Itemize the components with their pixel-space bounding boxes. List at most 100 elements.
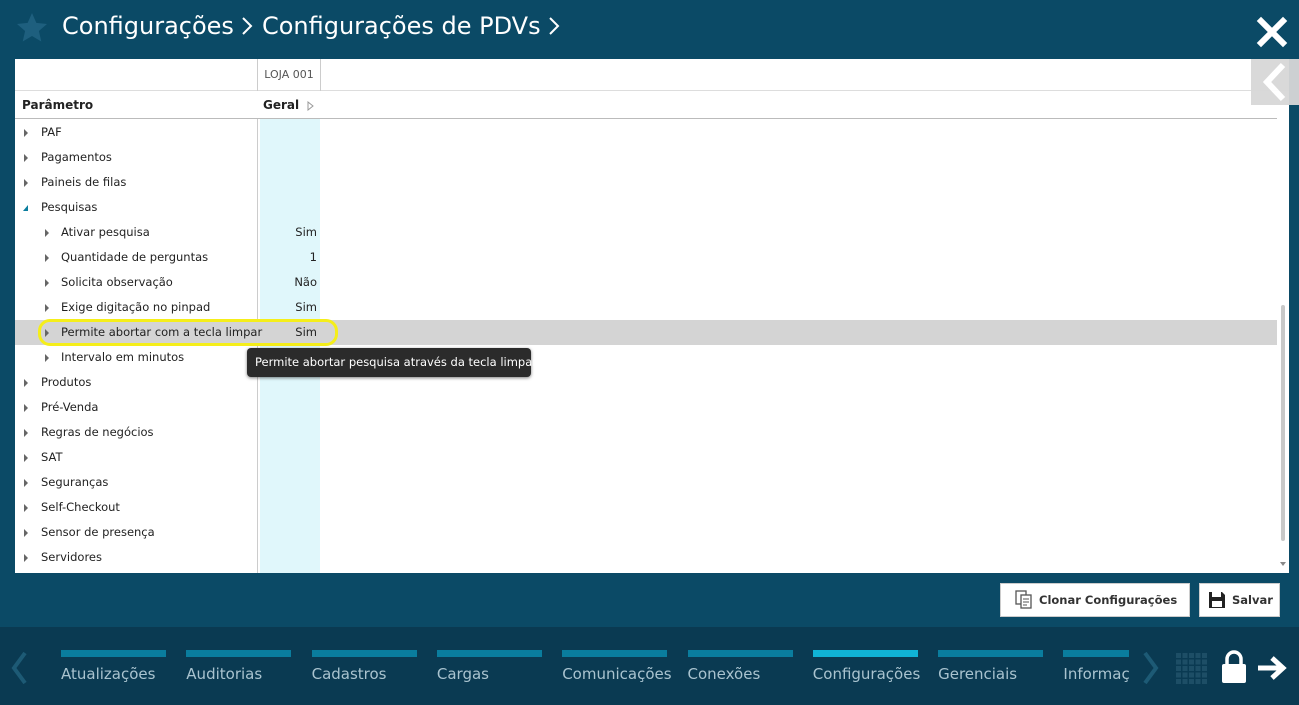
expand-right-icon[interactable]: [307, 101, 314, 111]
clone-icon: [1015, 590, 1032, 609]
table-row[interactable]: Ativar pesquisa Sim: [15, 220, 1277, 245]
nav-tab-bar: [436, 650, 542, 657]
chevron-right-icon[interactable]: [1142, 651, 1160, 685]
nav-tab-bar: [562, 650, 668, 657]
nav-tab[interactable]: Cargas: [436, 650, 542, 683]
row-label: Quantidade de perguntas: [61, 250, 209, 264]
table-row[interactable]: Intervalo em minutos: [15, 345, 1277, 370]
row-label: Intervalo em minutos: [61, 350, 185, 364]
row-label: Solicita observação: [61, 275, 173, 289]
nav-tab[interactable]: Comunicações: [562, 650, 672, 683]
vertical-scrollbar[interactable]: [1277, 119, 1289, 573]
arrow-right-icon[interactable]: [1256, 655, 1288, 681]
nav-tab[interactable]: Cadastros: [311, 650, 417, 683]
caret-right-icon[interactable]: [23, 379, 29, 387]
caret-expanded-icon[interactable]: [23, 204, 29, 212]
nav-tab[interactable]: Gerenciais: [938, 650, 1044, 683]
row-value[interactable]: Não: [261, 275, 317, 289]
caret-right-icon[interactable]: [23, 129, 29, 137]
row-value[interactable]: 1: [261, 250, 317, 264]
caret-right-icon[interactable]: [44, 354, 50, 362]
caret-right-icon[interactable]: [23, 404, 29, 412]
caret-right-icon[interactable]: [23, 429, 29, 437]
nav-tab-bar: [1063, 650, 1129, 657]
nav-tab[interactable]: Atualizações: [61, 650, 166, 683]
caret-right-icon[interactable]: [23, 529, 29, 537]
parameter-column-header: Parâmetro: [22, 98, 94, 112]
table-row[interactable]: Servidores: [15, 545, 1277, 570]
row-label: Seguranças: [41, 475, 109, 489]
table-row[interactable]: Pesquisas: [15, 195, 1277, 220]
table-row[interactable]: Produtos: [15, 370, 1277, 395]
column-header-row: Parâmetro Geral: [15, 91, 1277, 119]
table-row[interactable]: Regras de negócios: [15, 420, 1277, 445]
table-row[interactable]: Exige digitação no pinpad Sim: [15, 295, 1277, 320]
general-column-header[interactable]: Geral: [263, 98, 299, 112]
clone-settings-label: Clonar Configurações: [1039, 593, 1178, 607]
breadcrumb-configuracoes[interactable]: Configurações: [62, 12, 234, 40]
table-row[interactable]: Self-Checkout: [15, 495, 1277, 520]
nav-tab-bar: [186, 650, 292, 657]
star-icon[interactable]: [14, 10, 50, 46]
store-header-row: LOJA 001: [15, 59, 1289, 91]
caret-right-icon[interactable]: [23, 154, 29, 162]
nav-tab-label: Conexões: [687, 665, 761, 683]
nav-tab[interactable]: Informações: [1063, 650, 1129, 683]
row-label: Sensor de presença: [41, 525, 155, 539]
row-label: Pré-Venda: [41, 400, 99, 414]
scroll-down-icon[interactable]: [1280, 561, 1286, 567]
breadcrumb: Configurações Configurações de PDVs: [62, 12, 569, 40]
caret-right-icon[interactable]: [44, 304, 50, 312]
save-button[interactable]: Salvar: [1199, 583, 1280, 617]
tooltip: Permite abortar pesquisa através da tecl…: [247, 348, 537, 377]
table-row[interactable]: Pré-Venda: [15, 395, 1277, 420]
nav-tab[interactable]: Conexões: [687, 650, 793, 683]
nav-tab[interactable]: Auditorias: [186, 650, 292, 683]
nav-tab-bar: [812, 650, 918, 657]
row-label: Regras de negócios: [41, 425, 154, 439]
highlight-annotation: [38, 319, 338, 346]
table-row[interactable]: Seguranças: [15, 470, 1277, 495]
clone-settings-button[interactable]: Clonar Configurações: [1000, 583, 1190, 617]
row-label: PAF: [41, 125, 62, 139]
collapse-panel-button[interactable]: [1251, 59, 1299, 105]
table-row[interactable]: Paineis de filas: [15, 170, 1277, 195]
nav-tab-label: Auditorias: [186, 665, 263, 683]
row-value[interactable]: Sim: [261, 300, 317, 314]
close-icon[interactable]: [1256, 16, 1288, 48]
lock-icon[interactable]: [1220, 649, 1248, 685]
nav-tab-bar: [311, 650, 417, 657]
caret-right-icon[interactable]: [23, 179, 29, 187]
nav-tab-label: Gerenciais: [938, 665, 1018, 683]
row-value[interactable]: Sim: [261, 225, 317, 239]
row-label: Self-Checkout: [41, 500, 120, 514]
caret-right-icon[interactable]: [23, 454, 29, 462]
nav-tab-label: Cadastros: [311, 665, 387, 683]
table-row[interactable]: PAF: [15, 120, 1277, 145]
nav-tab-label: Atualizações: [61, 665, 156, 683]
table-row[interactable]: Pagamentos: [15, 145, 1277, 170]
chevron-right-icon[interactable]: [545, 13, 563, 39]
caret-right-icon[interactable]: [23, 504, 29, 512]
row-label: Exige digitação no pinpad: [61, 300, 211, 314]
table-row[interactable]: SAT: [15, 445, 1277, 470]
row-label: SAT: [41, 450, 63, 464]
grid-icon[interactable]: [1176, 653, 1208, 685]
table-row[interactable]: Solicita observação Não: [15, 270, 1277, 295]
scroll-thumb[interactable]: [1281, 305, 1285, 541]
caret-right-icon[interactable]: [23, 554, 29, 562]
caret-right-icon[interactable]: [44, 254, 50, 262]
nav-tab[interactable]: Configurações: [812, 650, 920, 683]
save-label: Salvar: [1232, 593, 1273, 607]
caret-right-icon[interactable]: [44, 229, 50, 237]
table-row[interactable]: Sensor de presença: [15, 520, 1277, 545]
chevron-left-icon: [1262, 62, 1286, 102]
nav-tab-label: Comunicações: [562, 665, 672, 683]
breadcrumb-configuracoes-pdvs[interactable]: Configurações de PDVs: [262, 12, 541, 40]
row-label: Pesquisas: [41, 200, 98, 214]
chevron-left-icon[interactable]: [10, 651, 28, 685]
caret-right-icon[interactable]: [23, 479, 29, 487]
table-row[interactable]: Quantidade de perguntas 1: [15, 245, 1277, 270]
bottom-navigation: Atualizações Auditorias Cadastros Cargas Com…: [0, 627, 1299, 705]
caret-right-icon[interactable]: [44, 279, 50, 287]
